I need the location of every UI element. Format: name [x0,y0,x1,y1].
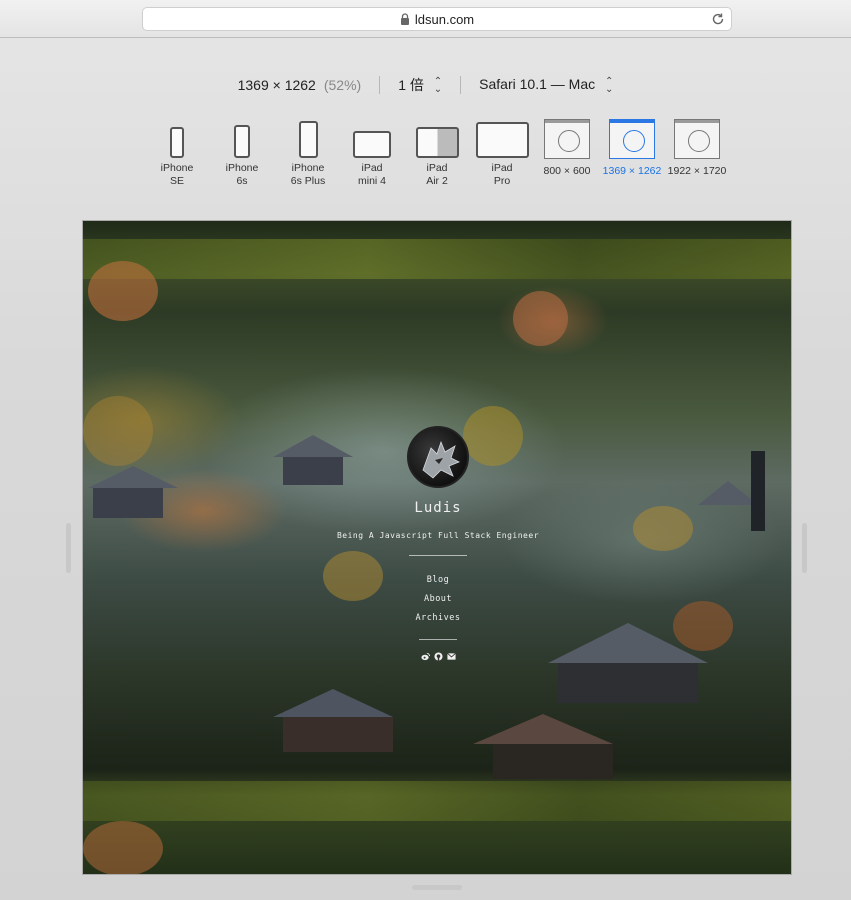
social-links [83,652,791,661]
phone-icon [170,127,184,158]
tablet-icon [475,122,529,158]
device-label: iPhone 6s [225,162,259,187]
nav-about-link[interactable]: About [83,590,791,609]
device-label: 800 × 600 [543,165,591,177]
device-label: 1922 × 1720 [667,165,727,177]
github-icon[interactable] [433,652,443,661]
compass-icon [558,130,580,152]
device-label: iPhone SE [160,162,194,187]
site-tagline: Being A Javascript Full Stack Engineer [336,531,540,540]
pixel-ratio-label: 1 倍 [398,77,424,93]
device-800x600[interactable]: 800 × 600 [532,117,602,178]
device-1369x1262[interactable]: 1369 × 1262 [597,117,667,178]
safari-window-icon [674,119,720,159]
nav-archives-link[interactable]: Archives [83,609,791,628]
resize-handle-left[interactable] [66,523,71,573]
site-profile: Ludis Being A Javascript Full Stack Engi… [83,221,791,874]
device-label: iPhone 6s Plus [290,162,326,187]
email-icon[interactable] [446,652,456,661]
resolution-label[interactable]: 1369 × 1262 [238,77,316,93]
address-bar[interactable]: ldsun.com [142,7,732,31]
user-agent-select[interactable]: Safari 10.1 — Mac ⌃ ⌄ [479,75,614,95]
updown-icon: ⌃ ⌄ [433,76,443,96]
tablet-icon [415,127,459,158]
updown-icon: ⌃ ⌄ [605,75,614,95]
device-1922x1720[interactable]: 1922 × 1720 [662,117,732,178]
device-label: 1369 × 1262 [602,165,662,177]
compass-icon [623,130,645,152]
device-label: iPad Pro [491,162,513,187]
device-iphone-6s[interactable]: iPhone 6s [207,117,277,188]
device-presets: iPhone SE iPhone 6s iPhone 6s Plus iPad mini… [0,117,851,197]
url-text: ldsun.com [414,11,475,27]
divider [460,76,462,94]
safari-window-icon [609,119,655,159]
resize-handle-bottom[interactable] [412,885,462,890]
device-iphone-6s-plus[interactable]: iPhone 6s Plus [273,117,343,188]
resize-handle-right[interactable] [802,523,807,573]
device-ipad-mini-4[interactable]: iPad mini 4 [337,117,407,188]
nav-blog-link[interactable]: Blog [83,571,791,590]
phone-icon [234,125,250,158]
safari-window-icon [544,119,590,159]
divider [419,639,457,640]
device-iphone-se[interactable]: iPhone SE [142,117,212,188]
tablet-icon [353,131,391,158]
lock-icon [400,13,409,25]
divider [409,555,467,556]
wolf-icon [422,440,460,479]
pixel-ratio-select[interactable]: 1 倍 ⌃ ⌄ [398,75,442,95]
site-nav: Blog About Archives [83,571,791,628]
responsive-controls: 1369 × 1262 (52%) 1 倍 ⌃ ⌄ Safari 10.1 — M… [0,74,851,96]
browser-toolbar: ldsun.com [0,0,851,38]
site-name: Ludis [414,500,462,516]
phone-icon [298,121,318,158]
compass-icon [688,130,710,152]
divider [379,76,381,94]
user-agent-label: Safari 10.1 — Mac [479,76,596,93]
device-ipad-pro[interactable]: iPad Pro [467,117,537,188]
reload-icon[interactable] [711,12,725,26]
device-label: iPad mini 4 [357,162,386,187]
avatar[interactable] [407,426,469,488]
device-label: iPad Air 2 [426,162,448,187]
device-ipad-air-2[interactable]: iPad Air 2 [402,117,472,188]
page-viewport: Ludis Being A Javascript Full Stack Engi… [82,220,792,875]
scale-label: (52%) [323,77,362,93]
weibo-icon[interactable] [420,652,430,661]
